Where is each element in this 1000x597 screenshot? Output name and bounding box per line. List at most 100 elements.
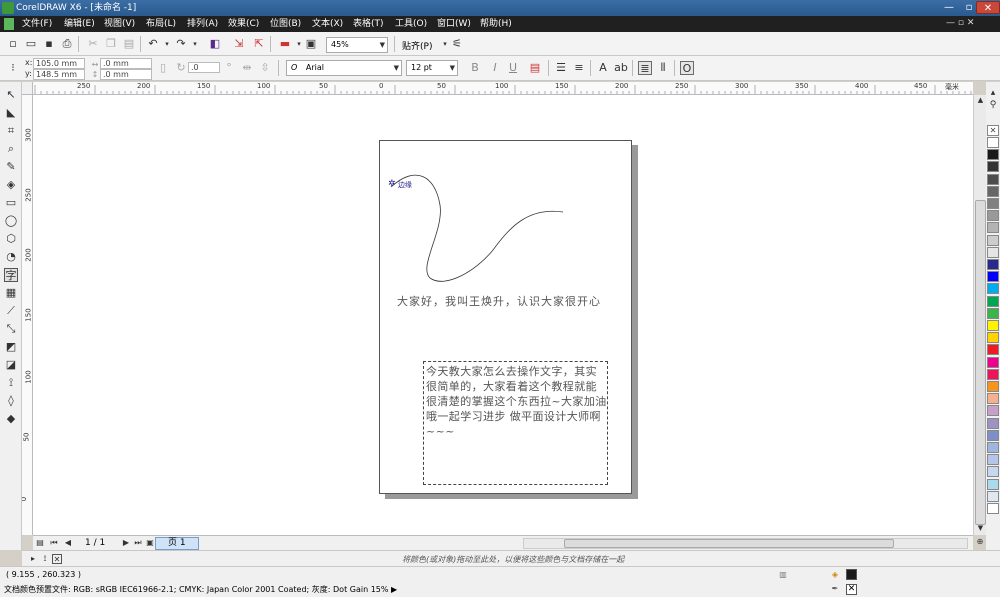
text-properties-icon[interactable]: A [596, 61, 610, 75]
menu-help[interactable]: 帮助(H) [480, 18, 512, 30]
fill-color-swatch[interactable] [846, 569, 857, 580]
snap-to-menu[interactable]: 贴齐(P) [402, 39, 432, 52]
crop-tool-icon[interactable]: ⌗ [4, 124, 18, 138]
transparency-tool-icon[interactable]: ◪ [4, 358, 18, 372]
x-position-field[interactable]: 105.0 mm [33, 58, 85, 69]
doc-palette-arrow-icon[interactable]: ▸ [28, 554, 38, 564]
rectangle-tool-icon[interactable]: ▭ [4, 196, 18, 210]
outline-pen-icon[interactable]: ✒ [830, 584, 840, 594]
palette-swatch[interactable] [987, 222, 999, 234]
text-alignment-icon[interactable]: ▤ [528, 61, 542, 75]
menu-arrange[interactable]: 排列(A) [187, 18, 218, 30]
first-page-icon[interactable]: ⏮ [49, 538, 59, 548]
palette-swatch[interactable] [987, 161, 999, 173]
palette-swatch[interactable] [987, 137, 999, 148]
document-palette[interactable]: ▸ ⟟ ✕ 将颜色(或对象)拖动至此处，以便将这些颜色与文档存储在一起 [22, 550, 1000, 566]
print-icon[interactable]: ⎙ [60, 37, 74, 51]
copy-icon[interactable]: ❐ [104, 37, 118, 51]
welcome-screen-icon[interactable]: ▣ [304, 37, 318, 51]
font-size-select[interactable]: 12 pt ▼ [406, 60, 458, 76]
undo-icon[interactable]: ↶ [146, 37, 160, 51]
palette-swatch[interactable] [987, 393, 999, 405]
freehand-tool-icon[interactable]: ✎ [4, 160, 18, 174]
menu-effects[interactable]: 效果(C) [228, 18, 259, 30]
palette-swatch[interactable] [987, 405, 999, 417]
minimize-button[interactable]: — [938, 1, 960, 14]
polygon-tool-icon[interactable]: ⬡ [4, 232, 18, 246]
palette-swatch[interactable] [987, 356, 999, 368]
menu-file[interactable]: 文件(F) [22, 18, 52, 30]
zoom-tool-icon[interactable]: ⌕ [4, 142, 18, 156]
fill-tool-icon[interactable]: ◆ [4, 412, 18, 426]
new-document-icon[interactable]: ▫ [6, 37, 20, 51]
edit-text-icon[interactable]: ab [614, 61, 628, 75]
undo-dropdown-icon[interactable]: ▾ [160, 37, 174, 51]
palette-swatch[interactable] [987, 234, 999, 246]
menu-layout[interactable]: 布局(L) [146, 18, 176, 30]
color-profile-info[interactable]: 文档颜色预置文件: RGB: sRGB IEC61966-2.1; CMYK: … [4, 584, 397, 595]
ruler-origin[interactable] [22, 82, 33, 95]
redo-icon[interactable]: ↷ [174, 37, 188, 51]
width-field[interactable]: .0 mm [100, 58, 152, 69]
options-icon[interactable]: ⚟ [450, 37, 464, 51]
scroll-up-icon[interactable]: ▲ [975, 96, 986, 106]
add-page-icon[interactable]: ▣ [145, 538, 155, 548]
palette-swatch[interactable] [987, 442, 999, 453]
palette-swatch[interactable] [987, 246, 999, 258]
menu-edit[interactable]: 编辑(E) [64, 18, 95, 30]
palette-swatch[interactable] [987, 259, 999, 270]
palette-swatch[interactable] [987, 173, 999, 185]
palette-swatch[interactable] [987, 381, 999, 392]
smart-fill-tool-icon[interactable]: ◈ [4, 178, 18, 192]
palette-swatch[interactable] [987, 478, 999, 490]
palette-swatch[interactable] [987, 271, 999, 283]
next-page-icon[interactable]: ▶ [121, 538, 131, 548]
underline-button[interactable]: U [506, 61, 520, 75]
import-icon[interactable]: ⇲ [232, 37, 246, 51]
eyedropper-icon[interactable]: ⟟ [40, 554, 50, 564]
text-tool-icon[interactable]: 字 [4, 268, 18, 282]
horizontal-scroll-thumb[interactable] [564, 539, 894, 548]
search-content-icon[interactable]: ◧ [208, 37, 222, 51]
palette-swatch[interactable] [987, 320, 999, 331]
mirror-vertical-icon[interactable]: ⇳ [258, 61, 272, 75]
drop-cap-icon[interactable]: ≡ [572, 61, 586, 75]
horizontal-text-icon[interactable]: ≣ [638, 61, 652, 75]
page-options-icon[interactable]: ▤ [35, 538, 45, 548]
palette-swatch[interactable] [987, 454, 999, 466]
italic-button[interactable]: I [488, 61, 502, 75]
application-launcher-icon[interactable]: ▬ [278, 37, 292, 51]
lock-ratio-icon[interactable]: ▯ [156, 61, 170, 75]
artistic-text-object[interactable]: 大家好，我叫王焕升，认识大家很开心 [397, 293, 601, 309]
palette-swatch[interactable] [987, 149, 999, 161]
y-position-field[interactable]: 148.5 mm [33, 69, 85, 80]
interactive-object-icon[interactable]: O [680, 61, 694, 75]
bold-button[interactable]: B [468, 61, 482, 75]
palette-swatch[interactable] [987, 503, 999, 514]
cut-icon[interactable]: ✂ [86, 37, 100, 51]
outline-tool-icon[interactable]: ◊ [4, 394, 18, 408]
previous-page-icon[interactable]: ◀ [63, 538, 73, 548]
menu-window[interactable]: 窗口(W) [437, 18, 471, 30]
paragraph-text-frame[interactable]: 今天教大家怎么去操作文字，其实很简单的，大家看着这个教程就能很清楚的掌握这个东西… [423, 361, 608, 485]
palette-swatch[interactable] [987, 185, 999, 197]
palette-swatch[interactable] [987, 332, 999, 344]
mirror-horizontal-icon[interactable]: ⇹ [240, 61, 254, 75]
palette-swatch[interactable] [987, 344, 999, 356]
vertical-scrollbar[interactable]: ▲ ▼ [973, 95, 986, 535]
palette-swatch[interactable] [987, 283, 999, 295]
redo-dropdown-icon[interactable]: ▾ [188, 37, 202, 51]
shape-tool-icon[interactable]: ◣ [4, 106, 18, 120]
export-icon[interactable]: ⇱ [252, 37, 266, 51]
eyedropper-tool-icon[interactable]: ⟟ [4, 376, 18, 390]
rotation-angle-field[interactable]: .0 [188, 62, 220, 73]
palette-swatch[interactable] [987, 417, 999, 429]
outline-color-swatch[interactable]: ✕ [846, 584, 857, 595]
no-fill-icon[interactable]: ✕ [52, 554, 62, 564]
table-tool-icon[interactable]: ▦ [4, 286, 18, 300]
paragraph-text[interactable]: 今天教大家怎么去操作文字，其实很简单的，大家看着这个教程就能很清楚的掌握这个东西… [426, 364, 607, 439]
save-icon[interactable]: ▪ [42, 37, 56, 51]
last-page-icon[interactable]: ⏭ [133, 538, 143, 548]
menu-bitmaps[interactable]: 位图(B) [270, 18, 301, 30]
palette-swatch[interactable] [987, 295, 999, 307]
